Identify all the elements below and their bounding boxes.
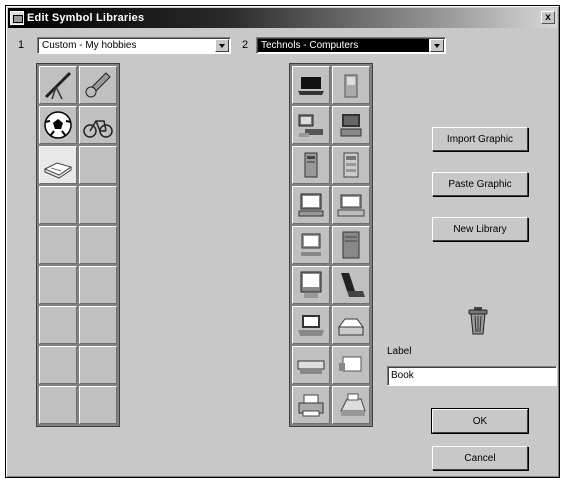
label-caption: Label [387,346,412,357]
library-2-symbol-cell[interactable] [292,186,330,224]
bicycle-icon [83,120,113,138]
cancel-button[interactable]: Cancel [432,446,528,470]
edit-symbol-libraries-dialog: Edit Symbol Libraries x 1 Custom - My ho… [5,5,560,478]
library-1-symbol-grid [36,63,120,427]
telescope-icon [44,71,72,100]
library-2-symbol-cell[interactable] [292,226,330,264]
trash-can-icon[interactable] [466,304,490,336]
desktop-monitor-icon [298,193,324,217]
import-graphic-button[interactable]: Import Graphic [432,127,528,151]
library-1-select[interactable]: Custom - My hobbies [37,37,231,54]
library-1-number: 1 [18,39,25,51]
library-2-symbol-cell[interactable] [332,186,370,224]
soccer-ball-icon [44,111,72,139]
scanner-icon [338,318,364,336]
library-2-symbol-cell[interactable] [332,146,370,184]
library-2-symbol-cell[interactable] [292,346,330,384]
workstation-icon [298,114,323,137]
notebook-open-icon [341,273,365,297]
library-1-symbol-cell[interactable] [79,106,117,144]
library-1-symbol-cell[interactable] [39,146,77,184]
library-2-symbol-cell[interactable] [332,386,370,424]
library-1-symbol-cell[interactable] [39,386,77,424]
library-2-symbol-cell[interactable] [332,226,370,264]
new-library-button[interactable]: New Library [432,217,528,241]
library-2-symbol-cell[interactable] [332,266,370,304]
library-1-symbol-cell[interactable] [79,306,117,344]
library-2-symbol-cell[interactable] [292,306,330,344]
tower-monitor-icon [340,114,362,137]
library-1-symbol-cell[interactable] [39,226,77,264]
library-1-symbol-cell[interactable] [79,66,117,104]
library-2-symbol-grid [289,63,373,427]
tower-case-icon [342,231,360,259]
library-1-symbol-cell[interactable] [39,106,77,144]
library-2-symbol-cell[interactable] [332,66,370,104]
library-2-symbol-cell[interactable] [292,146,330,184]
library-1-symbol-cell[interactable] [79,346,117,384]
library-2-symbol-cell[interactable] [332,106,370,144]
handheld-icon [344,74,358,98]
library-2-symbol-cell[interactable] [332,346,370,384]
window-title: Edit Symbol Libraries [27,12,145,24]
inkjet-printer-icon [340,393,366,416]
library-2-symbol-cell[interactable] [292,386,330,424]
library-2-select-value: Technols - Computers [258,39,429,52]
laptop-silver-icon [298,315,324,336]
library-2-symbol-cell[interactable] [332,306,370,344]
laptop-black-icon [298,77,324,95]
library-1-symbol-cell[interactable] [79,266,117,304]
library-1-symbol-cell[interactable] [79,386,117,424]
library-1-symbol-cell[interactable] [79,226,117,264]
library-1-symbol-cell[interactable] [79,146,117,184]
chevron-down-icon[interactable] [215,39,229,52]
library-2-select[interactable]: Technols - Computers [256,37,446,54]
ok-button[interactable]: OK [431,408,529,434]
library-2-symbol-cell[interactable] [292,266,330,304]
app-icon [10,11,24,25]
flat-desktop-icon [337,194,365,217]
server-rack-icon [343,152,359,178]
mini-tower-icon [304,152,318,178]
library-1-symbol-cell[interactable] [39,186,77,224]
library-1-select-value: Custom - My hobbies [42,40,137,51]
guitar-icon [85,72,111,98]
library-2-symbol-cell[interactable] [292,106,330,144]
printer-icon [298,394,324,417]
library-1-symbol-cell[interactable] [39,346,77,384]
title-bar[interactable]: Edit Symbol Libraries x [8,8,557,28]
library-1-symbol-cell[interactable] [39,306,77,344]
library-2-number: 2 [242,39,249,51]
library-1-symbol-cell[interactable] [39,266,77,304]
book-icon [43,162,73,179]
label-input[interactable]: Book [387,366,557,386]
close-button[interactable]: x [541,11,555,24]
chevron-down-icon[interactable] [430,39,444,52]
fax-icon [339,356,362,372]
library-2-symbol-cell[interactable] [292,66,330,104]
library-1-symbol-cell[interactable] [79,186,117,224]
all-in-one-icon [300,271,322,298]
paste-graphic-button[interactable]: Paste Graphic [432,172,528,196]
monitor-keyboard-icon [301,233,321,256]
library-1-symbol-cell[interactable] [39,66,77,104]
flatbed-icon [297,360,325,374]
